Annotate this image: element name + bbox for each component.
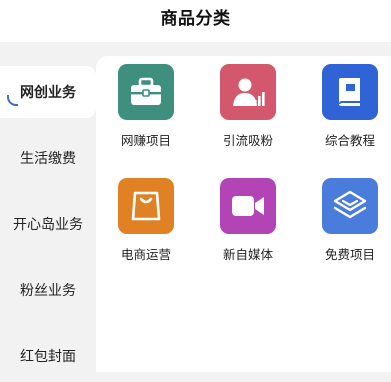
- active-indicator-icon: [7, 95, 18, 106]
- sidebar-item-fensi[interactable]: 粉丝业务: [0, 264, 96, 316]
- grid-item-dianshang[interactable]: 电商运营: [106, 178, 186, 282]
- category-sidebar: 网创业务 生活缴费 开心岛业务 粉丝业务 红包封面: [0, 42, 96, 372]
- grid-item-wangzhuan[interactable]: 网赚项目: [106, 64, 186, 168]
- sidebar-item-hongbao[interactable]: 红包封面: [0, 330, 96, 382]
- header-bar: 商品分类: [0, 0, 391, 42]
- sidebar-item-label: 粉丝业务: [20, 283, 76, 299]
- book-icon: [322, 64, 378, 120]
- briefcase-icon: [118, 64, 174, 120]
- page-title: 商品分类: [160, 9, 231, 29]
- category-grid: 网赚项目 引流吸粉 综合教程 电商运营 新自媒体 免费项目: [96, 56, 391, 372]
- grid-item-label: 引流吸粉: [222, 133, 273, 148]
- grid-item-yinliu[interactable]: 引流吸粉: [208, 64, 288, 168]
- sidebar-item-wangchuang[interactable]: 网创业务: [0, 66, 96, 118]
- video-camera-icon: [220, 178, 276, 234]
- grid-item-zimeiti[interactable]: 新自媒体: [208, 178, 288, 282]
- sidebar-item-label: 生活缴费: [20, 151, 76, 167]
- grid-item-label: 电商运营: [120, 247, 171, 262]
- sidebar-item-kaixindao[interactable]: 开心岛业务: [0, 198, 96, 250]
- layers-icon: [322, 178, 378, 234]
- grid-item-mianfei[interactable]: 免费项目: [310, 178, 390, 282]
- grid-item-label: 综合教程: [324, 133, 375, 148]
- user-chart-icon: [220, 64, 276, 120]
- grid-item-label: 新自媒体: [222, 247, 273, 262]
- sidebar-item-label: 网创业务: [20, 85, 76, 101]
- sidebar-item-label: 红包封面: [20, 349, 76, 365]
- grid-item-label: 网赚项目: [120, 133, 171, 148]
- grid-item-label: 免费项目: [324, 247, 375, 262]
- shopping-bag-icon: [118, 178, 174, 234]
- sidebar-item-shenghuo[interactable]: 生活缴费: [0, 132, 96, 184]
- sidebar-item-label: 开心岛业务: [13, 217, 83, 233]
- grid-item-jiaocheng[interactable]: 综合教程: [310, 64, 390, 168]
